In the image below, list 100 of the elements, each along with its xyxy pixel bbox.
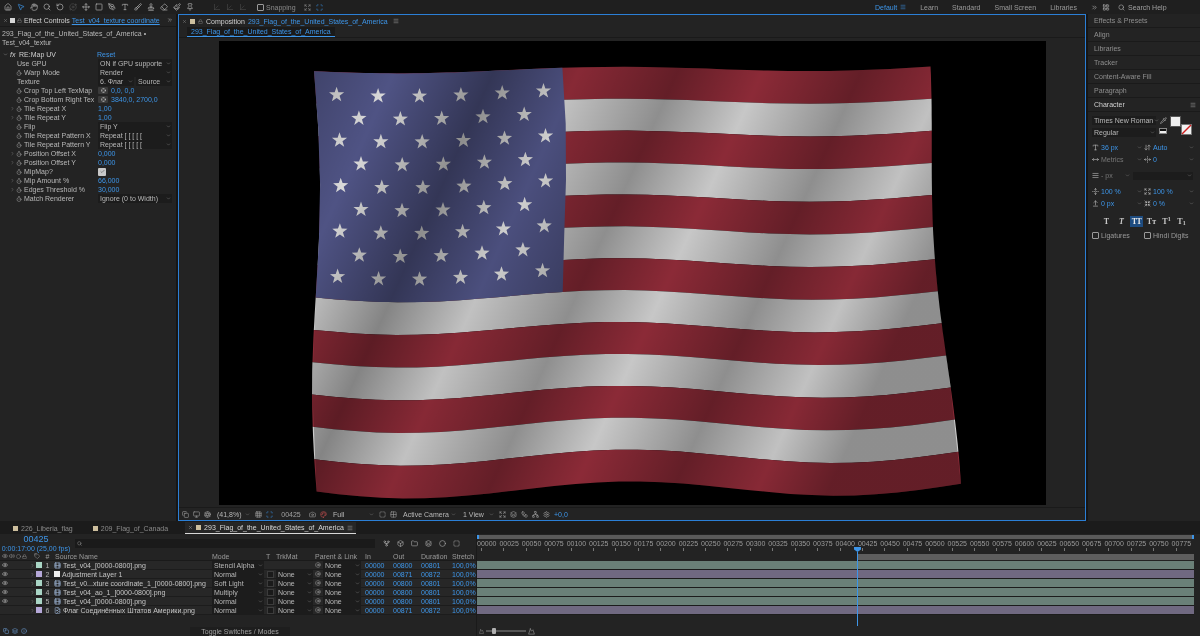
at-sign-icon[interactable] bbox=[315, 589, 321, 595]
stopwatch-icon[interactable] bbox=[16, 87, 22, 94]
caret-icon[interactable] bbox=[1187, 173, 1192, 178]
more-chevrons-icon[interactable] bbox=[167, 17, 173, 23]
grid-icon[interactable] bbox=[255, 510, 262, 518]
label-color-icon[interactable] bbox=[36, 562, 42, 568]
caret-icon[interactable] bbox=[128, 79, 133, 84]
search-field[interactable] bbox=[75, 538, 375, 548]
stopwatch-icon[interactable] bbox=[16, 114, 22, 121]
caret-icon[interactable] bbox=[1137, 189, 1142, 194]
film-strip-icon[interactable] bbox=[54, 588, 61, 596]
eye-icon[interactable] bbox=[2, 571, 8, 577]
four-panes-icon[interactable] bbox=[390, 510, 397, 518]
text-style-button[interactable]: T bbox=[1115, 216, 1128, 227]
label-color-icon[interactable] bbox=[36, 598, 42, 604]
at-sign-icon[interactable] bbox=[315, 580, 321, 586]
branch-icon[interactable] bbox=[383, 539, 390, 547]
stroke-swatch-icon[interactable] bbox=[1181, 124, 1192, 135]
caret-icon[interactable] bbox=[1189, 189, 1194, 194]
eye-icon[interactable] bbox=[2, 598, 8, 604]
monitor-icon[interactable] bbox=[193, 510, 200, 518]
folder-icon[interactable] bbox=[411, 539, 418, 547]
eye-icon[interactable] bbox=[2, 589, 8, 595]
caret-icon[interactable] bbox=[489, 511, 494, 517]
at-sign-icon[interactable] bbox=[315, 598, 321, 604]
palette-icon[interactable] bbox=[320, 510, 327, 518]
eye-icon[interactable] bbox=[2, 553, 8, 559]
rectangle-icon[interactable] bbox=[95, 3, 103, 11]
camera-icon[interactable] bbox=[309, 510, 316, 518]
text-style-button[interactable]: T bbox=[1100, 216, 1113, 227]
letter-t-icon[interactable] bbox=[121, 3, 129, 11]
stopwatch-icon[interactable] bbox=[16, 123, 22, 130]
text-style-button[interactable]: T$^{1}$ bbox=[1160, 216, 1173, 227]
close-icon[interactable] bbox=[182, 18, 187, 24]
circle-icon[interactable] bbox=[16, 553, 21, 559]
more-chevrons-icon[interactable] bbox=[1091, 3, 1098, 11]
film-strip-icon[interactable] bbox=[54, 597, 61, 605]
checkbox[interactable] bbox=[1092, 232, 1099, 239]
film-strip-icon[interactable] bbox=[54, 561, 61, 569]
home-icon[interactable] bbox=[4, 3, 12, 11]
expand-arrows-icon[interactable] bbox=[499, 510, 506, 518]
caret-icon[interactable] bbox=[1150, 130, 1155, 135]
layers-icon[interactable] bbox=[12, 628, 18, 634]
expand-arrows-icon[interactable] bbox=[303, 3, 311, 11]
film-strip-icon[interactable] bbox=[54, 579, 61, 587]
hand-icon[interactable] bbox=[30, 3, 38, 11]
text-style-button[interactable]: Tт bbox=[1145, 216, 1158, 227]
checkbox[interactable] bbox=[267, 606, 274, 614]
shrink-arrows-icon[interactable] bbox=[1144, 200, 1151, 207]
lock-icon[interactable] bbox=[198, 18, 203, 24]
menu-icon[interactable] bbox=[1190, 101, 1196, 108]
caret-icon[interactable] bbox=[3, 51, 8, 57]
overlap-squares-icon[interactable] bbox=[182, 510, 189, 518]
swatch-pair-icon[interactable] bbox=[1159, 128, 1167, 134]
at-sign-icon[interactable] bbox=[315, 607, 321, 613]
label-color-icon[interactable] bbox=[36, 580, 42, 586]
eyedropper-icon[interactable] bbox=[1159, 117, 1167, 124]
ring-icon[interactable] bbox=[439, 539, 446, 547]
caret-icon[interactable] bbox=[1189, 201, 1194, 206]
cursor-arrow-icon[interactable] bbox=[17, 3, 25, 11]
caret-icon[interactable] bbox=[245, 511, 250, 517]
stopwatch-icon[interactable] bbox=[16, 105, 22, 112]
at-sign-icon[interactable] bbox=[315, 571, 321, 577]
eraser-icon[interactable] bbox=[160, 3, 168, 11]
paintbrush-icon[interactable] bbox=[173, 3, 181, 11]
aperture-icon[interactable] bbox=[204, 510, 211, 518]
stopwatch-icon[interactable] bbox=[16, 195, 22, 202]
caret-icon[interactable] bbox=[1189, 157, 1194, 162]
caret-icon[interactable] bbox=[1137, 145, 1142, 150]
lock-icon[interactable] bbox=[22, 553, 27, 559]
info-icon[interactable] bbox=[21, 628, 27, 634]
label-color-icon[interactable] bbox=[36, 607, 42, 613]
rotate-icon[interactable] bbox=[56, 3, 64, 11]
stopwatch-icon[interactable] bbox=[16, 132, 22, 139]
magnifier-icon[interactable] bbox=[43, 3, 51, 11]
menu-icon[interactable] bbox=[392, 18, 399, 24]
tag-icon[interactable] bbox=[33, 553, 40, 559]
four-squares-icon[interactable] bbox=[1102, 3, 1110, 11]
stopwatch-icon[interactable] bbox=[16, 177, 22, 184]
label-color-icon[interactable] bbox=[36, 589, 42, 595]
checkbox[interactable] bbox=[267, 579, 274, 587]
checkbox[interactable] bbox=[267, 588, 274, 596]
move-arrows-icon[interactable] bbox=[82, 3, 90, 11]
flowchart-icon[interactable] bbox=[521, 510, 528, 518]
caret-icon[interactable] bbox=[1137, 201, 1142, 206]
label-color-icon[interactable] bbox=[36, 571, 42, 577]
stopwatch-icon[interactable] bbox=[16, 69, 22, 76]
text-style-button[interactable]: T$_{1}$ bbox=[1175, 216, 1188, 227]
cube-icon[interactable] bbox=[397, 539, 404, 547]
brush-icon[interactable] bbox=[134, 3, 142, 11]
stopwatch-icon[interactable] bbox=[16, 168, 22, 175]
menu-icon[interactable] bbox=[900, 4, 907, 10]
close-icon[interactable] bbox=[188, 525, 194, 530]
layers-icon[interactable] bbox=[425, 539, 432, 547]
stopwatch-icon[interactable] bbox=[16, 141, 22, 148]
speaker-icon[interactable] bbox=[9, 553, 15, 559]
letter-t-icon[interactable] bbox=[1092, 144, 1099, 151]
vertical-arrows-icon[interactable] bbox=[1092, 188, 1099, 195]
checkbox[interactable] bbox=[1144, 232, 1151, 239]
up-down-arrows-icon[interactable] bbox=[1144, 144, 1151, 151]
